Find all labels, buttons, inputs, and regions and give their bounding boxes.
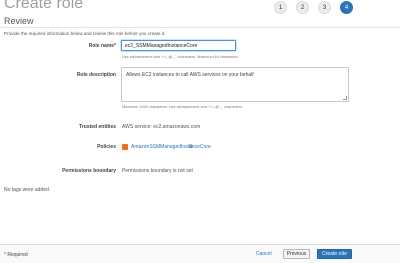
role-name-input[interactable] xyxy=(121,40,236,51)
section-divider xyxy=(0,27,400,28)
step-3[interactable]: 3 xyxy=(318,1,331,14)
trusted-entities-label: Trusted entities xyxy=(79,124,116,130)
role-name-hint: Use alphanumeric and '+=,.@-_' character… xyxy=(122,55,239,59)
permissions-boundary-label: Permissions boundary xyxy=(62,168,116,174)
section-title-review: Review xyxy=(4,16,34,26)
review-instruction: Provide the required information below a… xyxy=(4,31,166,36)
policy-icon xyxy=(122,144,128,150)
role-description-textarea[interactable]: Allows EC2 instances to call AWS service… xyxy=(121,67,349,102)
resize-handle-icon[interactable] xyxy=(343,96,347,100)
required-note: * Required xyxy=(4,252,28,258)
create-role-button[interactable]: Create role xyxy=(317,249,352,259)
page-title: Create role xyxy=(4,0,84,12)
step-4-active[interactable]: 4 xyxy=(340,1,353,14)
permissions-boundary-value: Permissions boundary is not set xyxy=(122,168,193,174)
step-2[interactable]: 2 xyxy=(296,1,309,14)
step-1[interactable]: 1 xyxy=(274,1,287,14)
wizard-steps: 1 2 3 4 xyxy=(274,1,353,14)
role-description-text: Allows EC2 instances to call AWS service… xyxy=(126,72,254,78)
trusted-entities-value: AWS service: ec2.amazonaws.com xyxy=(122,124,201,130)
role-description-label: Role description xyxy=(76,72,116,78)
page-header: Create role 1 2 3 4 xyxy=(0,0,400,14)
policies-label: Policies xyxy=(97,144,116,150)
role-name-label: Role name* xyxy=(88,43,116,49)
tags-note: No tags were added. xyxy=(4,187,51,193)
cancel-button[interactable]: Cancel xyxy=(256,251,272,257)
previous-button[interactable]: Previous xyxy=(283,249,310,259)
external-link-icon[interactable]: ⧉ xyxy=(189,144,193,150)
role-description-hint: Maximum 1000 characters. Use alphanumeri… xyxy=(122,105,243,109)
policy-link[interactable]: AmazonSSMManagedInstanceCore xyxy=(131,144,211,150)
